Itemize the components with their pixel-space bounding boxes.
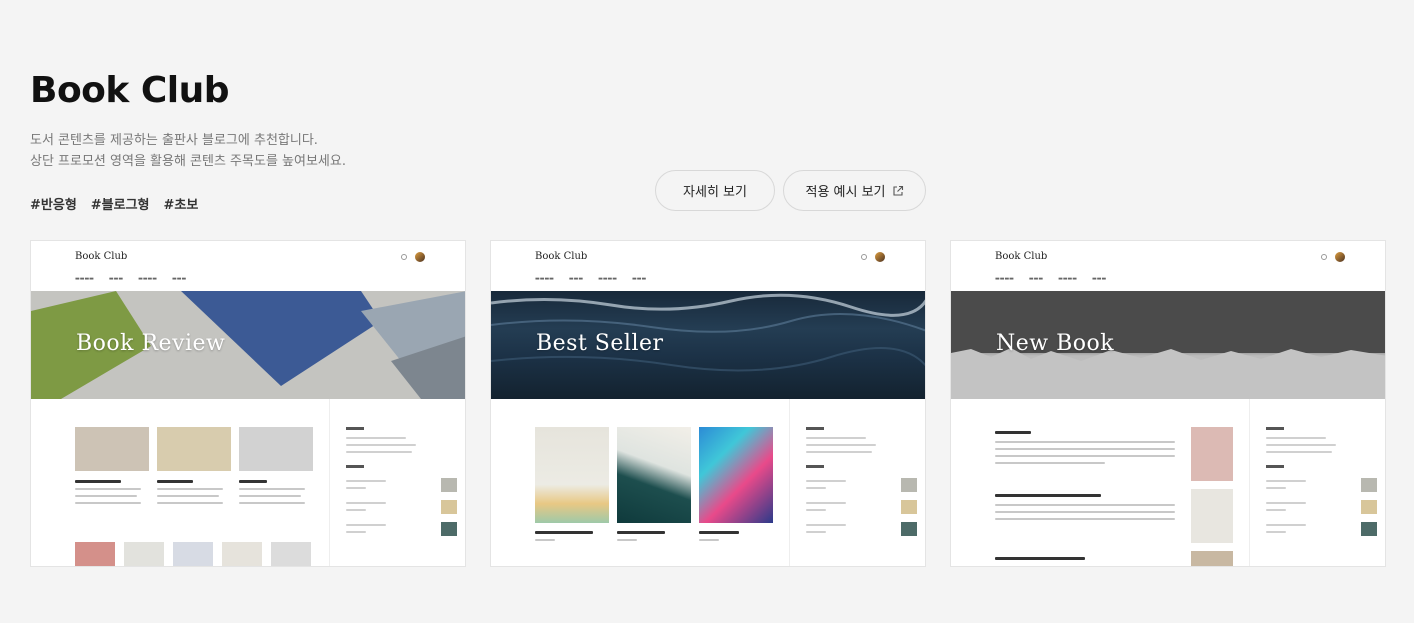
mini-content xyxy=(951,399,1385,566)
template-showcase: Book Club 도서 콘텐츠를 제공하는 출판사 블로그에 추천합니다. 상… xyxy=(0,0,1414,623)
mini-nav-item: ▬▬▬ xyxy=(172,276,187,282)
mini-nav-item: ▬▬▬ xyxy=(1092,276,1107,282)
mini-nav-item: ▬▬▬▬ xyxy=(138,276,157,282)
mini-nav-item: ▬▬▬ xyxy=(1028,276,1044,282)
search-icon xyxy=(401,254,407,260)
mini-nav: ▬▬▬▬ ▬▬▬ ▬▬▬▬ ▬▬▬ xyxy=(75,276,186,282)
mini-nav-item: ▬▬▬▬ xyxy=(535,276,554,282)
banner-title: Book Review xyxy=(76,331,226,356)
mini-content xyxy=(31,399,465,566)
banner-title: Best Seller xyxy=(536,331,664,356)
tag-list: #반응형 #블로그형 #초보 xyxy=(30,194,198,213)
banner-image: New Book xyxy=(951,291,1385,399)
avatar xyxy=(1335,252,1345,262)
description-line-1: 도서 콘텐츠를 제공하는 출판사 블로그에 추천합니다. xyxy=(30,133,318,148)
preview-card-best-seller[interactable]: Book Club ▬▬▬▬ ▬▬▬ ▬▬▬▬ ▬▬▬ Best Seller xyxy=(490,240,926,567)
banner-image: Book Review xyxy=(31,291,465,399)
thumb xyxy=(1191,489,1233,543)
mini-header: Book Club ▬▬▬▬ ▬▬▬ ▬▬▬▬ ▬▬▬ xyxy=(31,241,465,291)
description: 도서 콘텐츠를 제공하는 출판사 블로그에 추천합니다. 상단 프로모션 영역을… xyxy=(30,130,346,172)
banner-title: New Book xyxy=(996,331,1115,356)
search-icon xyxy=(1321,254,1327,260)
thumb xyxy=(239,427,313,471)
mini-nav-item: ▬▬▬▬ xyxy=(75,276,94,282)
thumb xyxy=(124,542,164,566)
preview-card-new-book[interactable]: Book Club ▬▬▬▬ ▬▬▬ ▬▬▬▬ ▬▬▬ New Book xyxy=(950,240,1386,567)
action-buttons: 자세히 보기 적용 예시 보기 xyxy=(655,170,926,211)
mini-nav: ▬▬▬▬ ▬▬▬ ▬▬▬▬ ▬▬▬ xyxy=(535,276,646,282)
thumb xyxy=(157,427,231,471)
mini-header: Book Club ▬▬▬▬ ▬▬▬ ▬▬▬▬ ▬▬▬ xyxy=(951,241,1385,291)
details-button[interactable]: 자세히 보기 xyxy=(655,170,775,211)
tag-responsive[interactable]: #반응형 xyxy=(30,194,77,213)
thumb xyxy=(222,542,262,566)
banner-image: Best Seller xyxy=(491,291,925,399)
thumb xyxy=(699,427,773,523)
mini-nav-item: ▬▬▬▬ xyxy=(598,276,617,282)
mini-nav: ▬▬▬▬ ▬▬▬ ▬▬▬▬ ▬▬▬ xyxy=(995,276,1106,282)
tag-blog-type[interactable]: #블로그형 xyxy=(91,194,150,213)
mini-content xyxy=(491,399,925,566)
mini-nav-item: ▬▬▬ xyxy=(108,276,124,282)
mini-sidebar xyxy=(329,399,465,566)
thumb xyxy=(75,542,115,566)
mini-header: Book Club ▬▬▬▬ ▬▬▬ ▬▬▬▬ ▬▬▬ xyxy=(491,241,925,291)
tag-beginner[interactable]: #초보 xyxy=(164,194,199,213)
thumb xyxy=(1191,551,1233,566)
preview-button-label: 적용 예시 보기 xyxy=(805,185,886,200)
external-link-icon xyxy=(892,185,903,196)
mini-sidebar xyxy=(789,399,925,566)
avatar xyxy=(875,252,885,262)
mini-nav-item: ▬▬▬ xyxy=(568,276,584,282)
search-icon xyxy=(861,254,867,260)
preview-cards: Book Club ▬▬▬▬▬▬▬▬▬▬▬▬▬▬ Book Review xyxy=(30,240,1386,567)
thumb xyxy=(617,427,691,523)
avatar xyxy=(415,252,425,262)
mini-nav-item: ▬▬▬▬ xyxy=(995,276,1014,282)
thumb xyxy=(75,427,149,471)
description-line-2: 상단 프로모션 영역을 활용해 콘텐츠 주목도를 높여보세요. xyxy=(30,154,346,169)
mini-sidebar xyxy=(1249,399,1385,566)
thumb xyxy=(535,427,609,523)
page-title: Book Club xyxy=(30,70,230,111)
mini-logo: Book Club xyxy=(75,251,128,262)
thumb xyxy=(1191,427,1233,481)
mini-logo: Book Club xyxy=(535,251,588,262)
mini-nav-item: ▬▬▬ xyxy=(632,276,647,282)
mini-nav-item: ▬▬▬▬ xyxy=(1058,276,1077,282)
mini-logo: Book Club xyxy=(995,251,1048,262)
preview-card-book-review[interactable]: Book Club ▬▬▬▬ ▬▬▬ ▬▬▬▬ ▬▬▬ Book Review xyxy=(30,240,466,567)
preview-button[interactable]: 적용 예시 보기 xyxy=(783,170,926,211)
details-button-label: 자세히 보기 xyxy=(683,185,747,200)
thumb xyxy=(173,542,213,566)
thumb xyxy=(271,542,311,566)
